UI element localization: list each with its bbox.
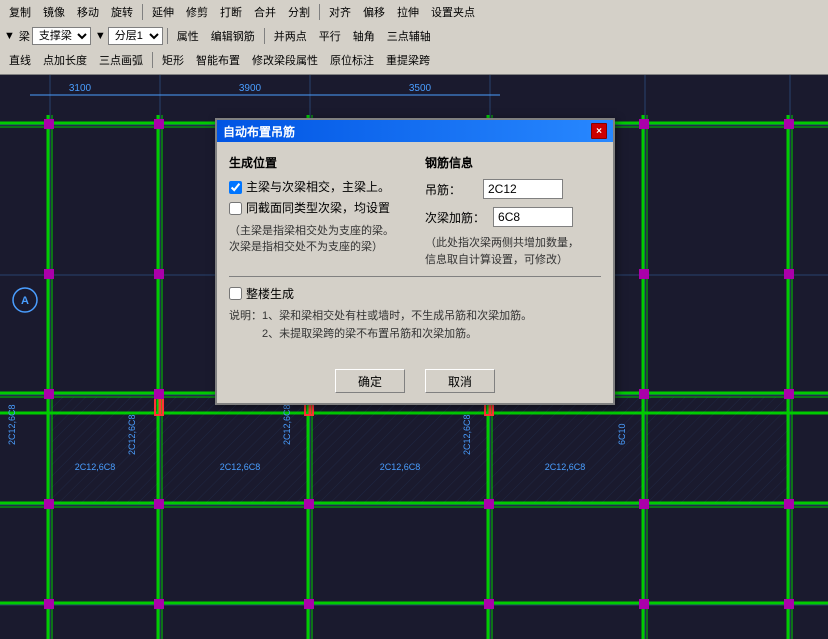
svg-text:3500: 3500 xyxy=(409,83,432,94)
cancel-btn[interactable]: 取消 xyxy=(425,369,495,393)
sep3 xyxy=(167,28,168,44)
svg-text:2C12,6C8: 2C12,6C8 xyxy=(220,462,261,472)
copy-btn[interactable]: 复制 xyxy=(4,2,36,22)
point-len-btn[interactable]: 点加长度 xyxy=(38,50,92,70)
same-section-label[interactable]: 同截面同类型次梁，均设置 xyxy=(246,200,390,217)
layer-prefix: ▼ xyxy=(4,30,15,42)
svg-text:2C12,6C8: 2C12,6C8 xyxy=(380,462,421,472)
description-section: 说明：1、梁和梁相交处有柱或墙时，不生成吊筋和次梁加筋。 2、未提取梁跨的梁不布… xyxy=(229,308,601,343)
same-section-checkbox[interactable] xyxy=(229,202,242,215)
suspension-input[interactable] xyxy=(483,179,563,199)
trim-btn[interactable]: 修剪 xyxy=(181,2,213,22)
position-header: 生成位置 xyxy=(229,154,405,171)
smart-place-btn[interactable]: 智能布置 xyxy=(191,50,245,70)
svg-text:3900: 3900 xyxy=(239,83,262,94)
mirror-btn[interactable]: 镜像 xyxy=(38,2,70,22)
line-btn[interactable]: 直线 xyxy=(4,50,36,70)
layer-label: 梁 xyxy=(19,28,30,44)
svg-text:6C10: 6C10 xyxy=(617,423,627,445)
note-line1: （主梁是指梁相交处为支座的梁。 xyxy=(229,225,394,237)
main-beam-checkbox[interactable] xyxy=(229,181,242,194)
dialog-close-btn[interactable]: × xyxy=(591,123,607,139)
main-dialog: 自动布置吊筋 × 生成位置 主梁与次梁相交，主梁上。 同截面同类型次梁，均设置 xyxy=(215,118,615,405)
rect-btn[interactable]: 矩形 xyxy=(157,50,189,70)
divider xyxy=(229,276,601,277)
beam-note: （主梁是指梁相交处为支座的梁。 次梁是指相交处不为支座的梁） xyxy=(229,223,405,256)
svg-text:2C12,6C8: 2C12,6C8 xyxy=(127,414,137,455)
rebar-note-1: （此处指次梁两侧共增加数量， xyxy=(425,237,579,249)
edit-rebar-btn[interactable]: 编辑钢筋 xyxy=(206,26,260,46)
offset-btn[interactable]: 偏移 xyxy=(358,2,390,22)
dialog-section-row: 生成位置 主梁与次梁相交，主梁上。 同截面同类型次梁，均设置 （主梁是指梁相交处… xyxy=(229,154,601,268)
svg-text:A: A xyxy=(21,295,29,307)
desc-line2: 2、未提取梁跨的梁不布置吊筋和次梁加筋。 xyxy=(229,328,477,340)
confirm-btn[interactable]: 确定 xyxy=(335,369,405,393)
main-beam-label[interactable]: 主梁与次梁相交，主梁上。 xyxy=(246,179,390,196)
property-btn[interactable]: 属性 xyxy=(172,26,204,46)
extend-btn[interactable]: 延伸 xyxy=(147,2,179,22)
dialog-title: 自动布置吊筋 xyxy=(223,123,295,140)
svg-text:3100: 3100 xyxy=(69,83,92,94)
whole-floor-row: 整楼生成 xyxy=(229,285,601,302)
in-situ-label-btn[interactable]: 原位标注 xyxy=(325,50,379,70)
svg-text:2C12,6C8: 2C12,6C8 xyxy=(7,404,17,445)
svg-text:2C12,6C8: 2C12,6C8 xyxy=(462,414,472,455)
whole-floor-checkbox[interactable] xyxy=(229,287,242,300)
svg-text:2C12,6C8: 2C12,6C8 xyxy=(545,462,586,472)
secondary-rebar-row: 次梁加筋： xyxy=(425,207,601,227)
three-point-axis-btn[interactable]: 三点辅轴 xyxy=(382,26,436,46)
rebar-section: 钢筋信息 吊筋： 次梁加筋： （此处指次梁两侧共增加数量， 信息取自计算设置，可… xyxy=(425,154,601,268)
checkbox-row-1: 主梁与次梁相交，主梁上。 xyxy=(229,179,405,196)
suspension-label: 吊筋： xyxy=(425,181,475,198)
svg-text:2C12,6C8: 2C12,6C8 xyxy=(282,404,292,445)
grip-btn[interactable]: 设置夹点 xyxy=(426,2,480,22)
dialog-body: 生成位置 主梁与次梁相交，主梁上。 同截面同类型次梁，均设置 （主梁是指梁相交处… xyxy=(217,142,613,361)
toolbar-row-1: 复制 镜像 移动 旋转 延伸 修剪 打断 合并 分割 对齐 偏移 拉伸 设置夹点 xyxy=(0,0,828,24)
merge-btn[interactable]: 合并 xyxy=(249,2,281,22)
split-btn[interactable]: 分割 xyxy=(283,2,315,22)
dialog-footer: 确定 取消 xyxy=(217,361,613,403)
suspension-rebar-row: 吊筋： xyxy=(425,179,601,199)
arc-btn[interactable]: 三点画弧 xyxy=(94,50,148,70)
toolbar-area: 复制 镜像 移动 旋转 延伸 修剪 打断 合并 分割 对齐 偏移 拉伸 设置夹点… xyxy=(0,0,828,75)
position-section: 生成位置 主梁与次梁相交，主梁上。 同截面同类型次梁，均设置 （主梁是指梁相交处… xyxy=(229,154,405,268)
secondary-label: 次梁加筋： xyxy=(425,209,485,226)
secondary-input[interactable] xyxy=(493,207,573,227)
toolbar-row-3: 直线 点加长度 三点画弧 矩形 智能布置 修改梁段属性 原位标注 重提梁跨 xyxy=(0,48,828,72)
rebar-note: （此处指次梁两侧共增加数量， 信息取自计算设置，可修改） xyxy=(425,235,601,268)
two-point-btn[interactable]: 并两点 xyxy=(269,26,312,46)
parallel-btn[interactable]: 平行 xyxy=(314,26,346,46)
sep1 xyxy=(142,4,143,20)
svg-text:2C12,6C8: 2C12,6C8 xyxy=(75,462,116,472)
rebar-note-2: 信息取自计算设置，可修改） xyxy=(425,254,568,266)
sep2 xyxy=(319,4,320,20)
whole-floor-label[interactable]: 整楼生成 xyxy=(246,285,294,302)
layer-num-select[interactable]: 分层1 xyxy=(108,27,163,45)
re-span-btn[interactable]: 重提梁跨 xyxy=(381,50,435,70)
move-btn[interactable]: 移动 xyxy=(72,2,104,22)
stretch-btn[interactable]: 拉伸 xyxy=(392,2,424,22)
rebar-header: 钢筋信息 xyxy=(425,154,601,171)
align-btn[interactable]: 对齐 xyxy=(324,2,356,22)
axis-angle-btn[interactable]: 轴角 xyxy=(348,26,380,46)
break-btn[interactable]: 打断 xyxy=(215,2,247,22)
layer-type-select[interactable]: 支撑梁 xyxy=(32,27,91,45)
rotate-btn[interactable]: 旋转 xyxy=(106,2,138,22)
desc-line1: 说明：1、梁和梁相交处有柱或墙时，不生成吊筋和次梁加筋。 xyxy=(229,310,532,322)
toolbar-row-2: ▼ 梁 支撑梁 ▼ 分层1 属性 编辑钢筋 并两点 平行 轴角 三点辅轴 xyxy=(0,24,828,48)
sep5 xyxy=(152,52,153,68)
sep4 xyxy=(264,28,265,44)
checkbox-row-2: 同截面同类型次梁，均设置 xyxy=(229,200,405,217)
dialog-titlebar: 自动布置吊筋 × xyxy=(217,120,613,142)
modify-segment-btn[interactable]: 修改梁段属性 xyxy=(247,50,323,70)
note-line2: 次梁是指相交处不为支座的梁） xyxy=(229,241,383,253)
